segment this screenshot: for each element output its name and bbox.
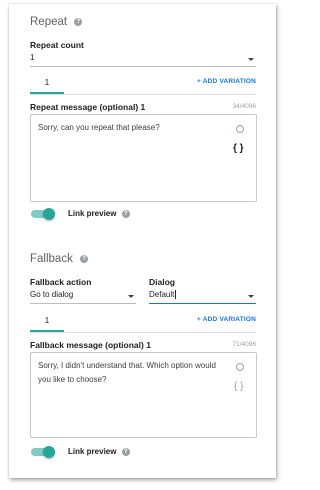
- text-cursor: [175, 290, 177, 300]
- fallback-link-preview-toggle[interactable]: [31, 445, 57, 459]
- select-underline-focused: [149, 303, 256, 304]
- fallback-action-label: Fallback action: [30, 277, 92, 287]
- repeat-message-textarea[interactable]: Sorry, can you repeat that please? { }: [30, 114, 257, 202]
- fallback-add-variation-button[interactable]: + ADD VARIATION: [197, 316, 256, 323]
- select-underline: [30, 66, 256, 67]
- variable-braces-icon[interactable]: { }: [233, 143, 244, 154]
- dialog-label: Dialog: [149, 277, 175, 287]
- repeat-count-select[interactable]: 1: [30, 51, 256, 67]
- repeat-count-label: Repeat count: [30, 40, 84, 50]
- fallback-variation-tab[interactable]: 1: [30, 312, 64, 332]
- toggle-knob: [43, 446, 55, 458]
- tab-divider: [30, 332, 256, 333]
- dialog-value-text: Default: [149, 290, 175, 299]
- help-icon[interactable]: ?: [121, 447, 130, 456]
- fallback-action-value: Go to dialog: [30, 290, 74, 299]
- repeat-variation-tab[interactable]: 1: [30, 74, 64, 94]
- fallback-section-title: Fallback ?: [30, 253, 89, 265]
- dialog-select[interactable]: Default: [149, 288, 256, 304]
- fallback-link-preview-label: Link preview ?: [68, 447, 130, 456]
- select-underline: [30, 303, 136, 304]
- variable-braces-icon[interactable]: { }: [234, 381, 243, 392]
- fallback-char-counter: 71/4096: [232, 341, 257, 348]
- repeat-section-title: Repeat ?: [30, 16, 83, 28]
- emoji-icon[interactable]: [236, 125, 244, 133]
- repeat-count-value: 1: [30, 53, 35, 62]
- dropdown-caret-icon: [128, 295, 134, 298]
- fallback-message-text: Sorry, I didn't understand that. Which o…: [38, 361, 216, 384]
- link-preview-text: Link preview: [68, 209, 117, 218]
- help-icon[interactable]: ?: [74, 17, 83, 26]
- repeat-tab-label: 1: [44, 78, 50, 87]
- toggle-knob: [43, 208, 55, 220]
- fallback-message-label: Fallback message (optional) 1: [30, 340, 151, 350]
- repeat-message-label: Repeat message (optional) 1: [30, 102, 146, 112]
- dropdown-caret-icon: [248, 58, 254, 61]
- emoji-icon[interactable]: [236, 363, 244, 371]
- dropdown-caret-icon: [248, 295, 254, 298]
- fallback-action-select[interactable]: Go to dialog: [30, 288, 136, 304]
- tab-divider: [30, 94, 256, 95]
- link-preview-text: Link preview: [68, 447, 117, 456]
- repeat-link-preview-label: Link preview ?: [68, 209, 130, 218]
- help-icon[interactable]: ?: [80, 254, 89, 263]
- settings-panel: Repeat ? Repeat count 1 1 + ADD VARIATIO…: [9, 4, 276, 478]
- fallback-tab-label: 1: [44, 316, 50, 325]
- repeat-message-text: Sorry, can you repeat that please?: [38, 123, 160, 132]
- dialog-value: Default: [149, 290, 177, 300]
- fallback-title-text: Fallback: [30, 253, 73, 265]
- help-icon[interactable]: ?: [121, 209, 130, 218]
- fallback-message-textarea[interactable]: Sorry, I didn't understand that. Which o…: [30, 352, 257, 438]
- repeat-link-preview-toggle[interactable]: [31, 207, 57, 221]
- repeat-title-text: Repeat: [30, 16, 68, 28]
- repeat-add-variation-button[interactable]: + ADD VARIATION: [197, 78, 256, 85]
- repeat-char-counter: 34/4096: [232, 103, 257, 110]
